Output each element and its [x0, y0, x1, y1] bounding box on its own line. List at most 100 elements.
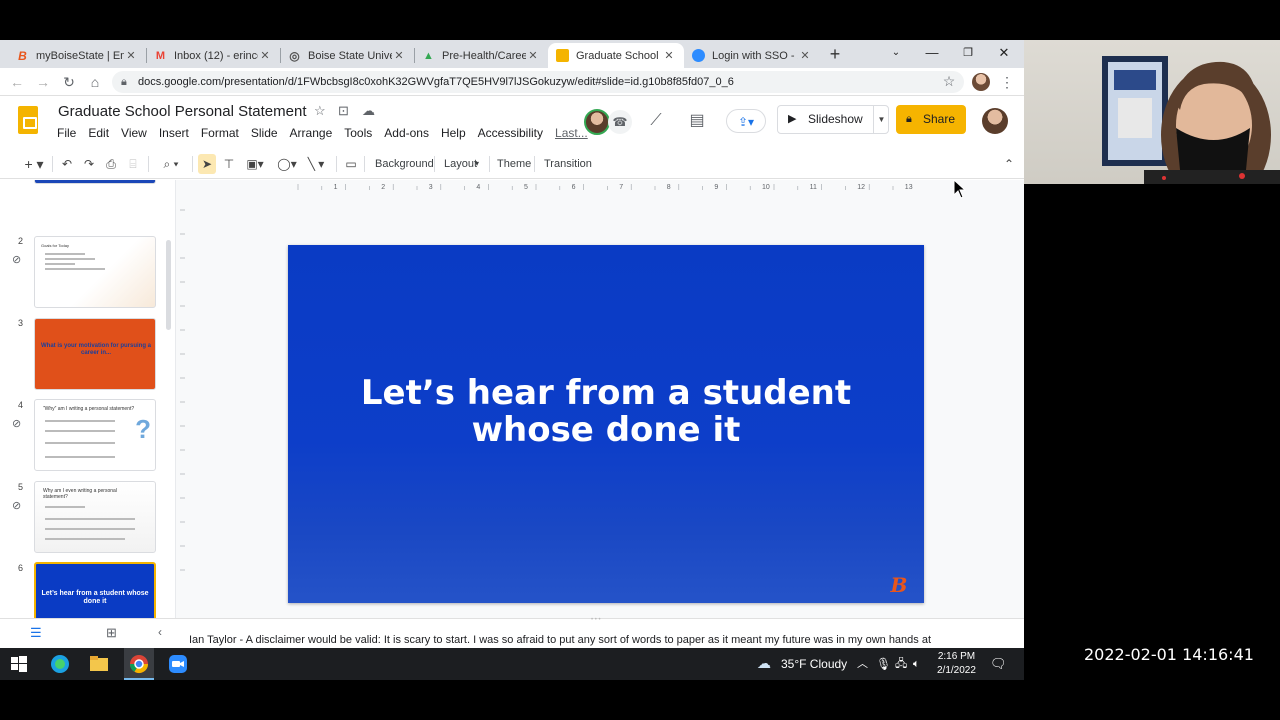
browser-tab-boise-state[interactable]: ◎ Boise State Univers ✕ [280, 43, 414, 68]
tray-chevron-icon[interactable]: ︿ [857, 648, 868, 680]
browser-tab-pre-health[interactable]: ▲ Pre-Health/Career S ✕ [414, 43, 548, 68]
slide-thumbnail-3[interactable]: What is your motivation for pursuing a c… [34, 318, 156, 390]
close-tab-icon[interactable]: ✕ [526, 49, 540, 62]
slides-favicon-icon [556, 49, 569, 62]
windows-start-icon[interactable] [9, 654, 29, 674]
filmstrip-scrollbar[interactable] [166, 240, 171, 330]
menu-edit[interactable]: Edit [88, 126, 109, 140]
home-icon[interactable]: ⌂ [84, 72, 106, 92]
document-title[interactable]: Graduate School Personal Statement [58, 103, 306, 120]
weather-text[interactable]: 35°F Cloudy [781, 648, 847, 680]
shape-icon[interactable]: ◯▾ [274, 154, 300, 174]
activity-dashboard-icon[interactable]: ⟋ [644, 109, 668, 133]
url-text: docs.google.com/presentation/d/1FWbcbsgI… [138, 76, 734, 88]
close-tab-icon[interactable]: ✕ [392, 49, 406, 62]
close-tab-icon[interactable]: ✕ [258, 49, 272, 62]
google-slides-logo-icon[interactable] [18, 106, 38, 134]
browser-tab-myboisestate[interactable]: B myBoiseState | Emp ✕ [8, 43, 146, 68]
close-window-button[interactable]: ✕ [988, 42, 1020, 64]
share-button[interactable]: 🔒︎ Share [896, 105, 966, 134]
zoom-app-icon[interactable] [166, 652, 190, 676]
taskbar-clock[interactable]: 2:16 PM 2/1/2022 [937, 650, 976, 678]
menu-file[interactable]: File [57, 126, 76, 140]
star-icon[interactable]: ☆ [314, 103, 326, 119]
cloud-status-icon[interactable]: ☁ [362, 103, 375, 119]
bookmark-star-icon[interactable]: ☆ [938, 71, 960, 91]
reload-icon[interactable]: ↻ [58, 72, 80, 92]
layout-button[interactable]: Layout [444, 154, 477, 174]
transition-button[interactable]: Transition [544, 154, 592, 174]
line-icon[interactable]: ╲ ▾ [300, 154, 332, 174]
tab-search-icon[interactable]: ⌄ [880, 42, 912, 64]
menu-view[interactable]: View [121, 126, 147, 140]
menu-arrange[interactable]: Arrange [290, 126, 333, 140]
add-comment-icon[interactable]: ▭ [342, 154, 360, 174]
gmail-favicon-icon: M [155, 49, 166, 62]
url-input[interactable]: 🔒︎ docs.google.com/presentation/d/1FWbcb… [112, 71, 964, 93]
browser-tab-graduate-school[interactable]: Graduate School Pe ✕ [548, 43, 684, 68]
menu-tools[interactable]: Tools [344, 126, 372, 140]
speaker-notes-panel[interactable]: • • • Ian Taylor - A disclaimer would be… [176, 617, 1024, 648]
close-tab-icon[interactable]: ✕ [662, 49, 676, 62]
browser-tab-zoom-login[interactable]: Login with SSO - Zo ✕ [684, 43, 820, 68]
select-cursor-icon[interactable]: ➤ [198, 154, 216, 174]
chrome-profile-avatar[interactable] [972, 73, 990, 91]
comments-icon[interactable]: ▤ [685, 109, 709, 133]
paint-format-icon[interactable]: ⌸ [124, 154, 142, 174]
menu-slide[interactable]: Slide [251, 126, 278, 140]
slide-number: 4 [18, 400, 24, 410]
menu-insert[interactable]: Insert [159, 126, 189, 140]
slide-thumbnail-6-selected[interactable]: Let’s hear from a student whose done it [34, 562, 156, 618]
microphone-icon[interactable]: 🎙︎ [876, 648, 891, 680]
redo-icon[interactable]: ↷ [80, 154, 98, 174]
slide-thumbnail-4[interactable]: “Why” am I writing a personal statement?… [34, 399, 156, 471]
undo-icon[interactable]: ↶ [58, 154, 76, 174]
notes-resize-handle[interactable]: • • • [591, 617, 601, 623]
print-icon[interactable]: ⎙ [102, 154, 120, 174]
text-box-icon[interactable]: ⊤ [220, 154, 238, 174]
menu-format[interactable]: Format [201, 126, 239, 140]
network-icon[interactable]: 🖧︎ [895, 648, 907, 680]
play-icon: ▶ [788, 113, 797, 125]
menu-help[interactable]: Help [441, 126, 466, 140]
present-to-meeting-icon[interactable]: ⇪▾ [726, 109, 766, 133]
new-slide-icon[interactable]: + ▾ [20, 154, 48, 174]
restore-window-button[interactable]: ❐ [952, 42, 984, 64]
grid-view-icon[interactable]: ⊞ [106, 625, 117, 641]
edge-browser-icon[interactable] [48, 652, 72, 676]
move-folder-icon[interactable]: ⊡ [338, 103, 349, 119]
current-slide[interactable]: Let’s hear from a student whose done it … [288, 245, 924, 603]
collapse-menus-icon[interactable]: ⌃ [1000, 154, 1018, 174]
collapse-filmstrip-icon[interactable]: ‹ [158, 625, 162, 639]
menu-accessibility[interactable]: Accessibility [478, 126, 543, 140]
join-call-icon[interactable]: ☎ [608, 110, 632, 134]
chrome-taskbar-icon[interactable] [124, 648, 154, 680]
browser-tab-inbox[interactable]: M Inbox (12) - erincoll ✕ [146, 43, 280, 68]
background-button[interactable]: Background [375, 154, 434, 174]
speaker-notes-text[interactable]: Ian Taylor - A disclaimer would be valid… [189, 633, 949, 648]
menu-add-ons[interactable]: Add-ons [384, 126, 429, 140]
zoom-icon[interactable]: ⌕ ▾ [154, 154, 188, 174]
collaborator-avatar[interactable] [584, 109, 610, 135]
slide-thumbnail-2[interactable]: Goals for Today [34, 236, 156, 308]
notifications-icon[interactable]: 🗨︎ [990, 648, 1007, 680]
close-tab-icon[interactable]: ✕ [124, 49, 138, 62]
slide-title[interactable]: Let’s hear from a student whose done it [288, 375, 924, 449]
back-arrow-icon[interactable]: ← [6, 72, 28, 92]
image-icon[interactable]: ▣▾ [242, 154, 268, 174]
slideshow-options-dropdown[interactable]: ▼ [873, 105, 889, 134]
account-avatar[interactable] [982, 108, 1008, 134]
slide-thumbnail-5[interactable]: Why am I even writing a personal stateme… [34, 481, 156, 553]
volume-icon[interactable]: 🔈︎ [913, 648, 920, 680]
minimize-window-button[interactable]: — [916, 42, 948, 64]
list-view-icon[interactable]: ☰ [30, 625, 42, 641]
slide-thumbnail-1[interactable] [34, 180, 156, 184]
new-tab-button[interactable]: + [826, 44, 844, 64]
last-edit-link[interactable]: Last... [555, 126, 588, 140]
file-explorer-icon[interactable] [87, 652, 111, 676]
theme-button[interactable]: Theme [497, 154, 531, 174]
chrome-menu-icon[interactable]: ⋮ [996, 72, 1018, 92]
forward-arrow-icon[interactable]: → [32, 72, 54, 92]
ruler-label: 5 [524, 184, 528, 191]
close-tab-icon[interactable]: ✕ [798, 49, 812, 62]
